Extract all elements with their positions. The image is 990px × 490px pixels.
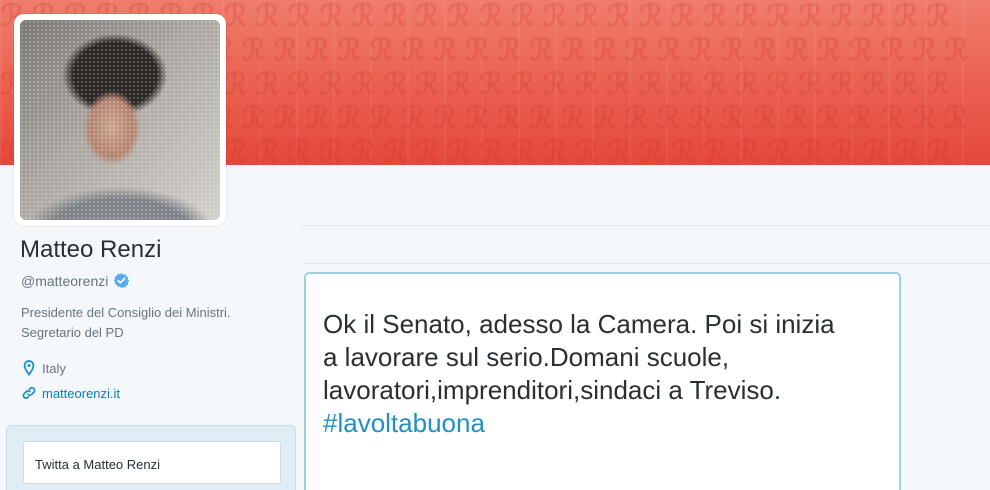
location-pin-icon xyxy=(23,360,35,376)
bio-line: Segretario del PD xyxy=(21,325,124,340)
tweet-line: a lavorare sul serio.Domani scuole, xyxy=(323,342,730,372)
bio-line: Presidente del Consiglio dei Ministri. xyxy=(21,305,231,320)
tweet-card[interactable]: Ok il Senato, adesso la Camera. Poi si i… xyxy=(304,272,901,490)
tweet-text: Ok il Senato, adesso la Camera. Poi si i… xyxy=(323,308,893,440)
nav-divider-bottom xyxy=(302,263,990,264)
profile-handle-row: @matteorenzi xyxy=(21,272,130,289)
profile-bio: Presidente del Consiglio dei Ministri. S… xyxy=(21,303,271,343)
tweet-line: lavoratori,imprenditori,sindaci a Trevis… xyxy=(323,375,782,405)
location-text: Italy xyxy=(42,360,66,376)
tweet-to-panel: Twitta a Matteo Renzi xyxy=(6,425,296,490)
avatar[interactable] xyxy=(20,20,220,220)
website-link[interactable]: matteorenzi.it xyxy=(42,386,120,401)
profile-location: Italy xyxy=(22,360,66,376)
profile-handle[interactable]: @matteorenzi xyxy=(21,273,108,289)
avatar-texture xyxy=(20,20,220,220)
tweet-to-input[interactable]: Twitta a Matteo Renzi xyxy=(23,441,281,484)
profile-avatar-frame[interactable] xyxy=(14,14,226,226)
profile-name[interactable]: Matteo Renzi xyxy=(20,236,161,264)
link-icon xyxy=(22,387,36,399)
nav-divider-top xyxy=(302,225,990,226)
hashtag-link[interactable]: #lavoltabuona xyxy=(323,408,485,438)
verified-badge-icon xyxy=(114,273,130,288)
profile-website[interactable]: matteorenzi.it xyxy=(22,385,120,401)
tweet-line: Ok il Senato, adesso la Camera. Poi si i… xyxy=(323,309,835,339)
